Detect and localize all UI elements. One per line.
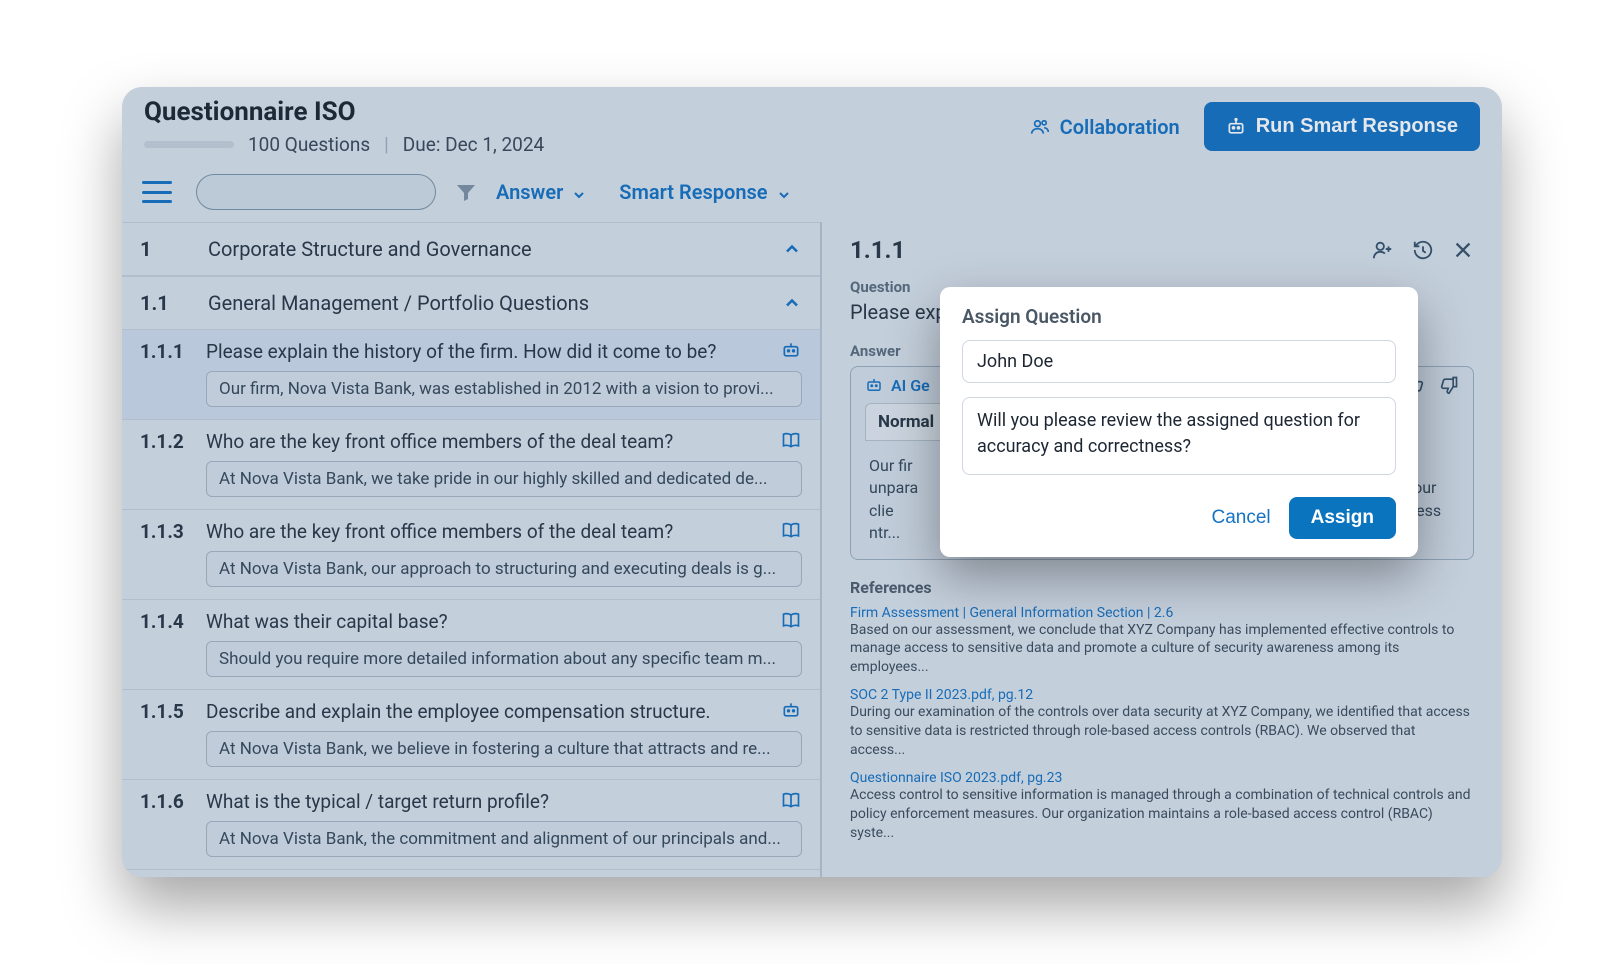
thumbs-down-icon[interactable] bbox=[1439, 375, 1459, 395]
question-list: 1 Corporate Structure and Governance 1.1… bbox=[122, 222, 822, 877]
question-text: What was their capital base? bbox=[206, 610, 764, 633]
question-text: Please explain the history of the firm. … bbox=[206, 340, 764, 363]
book-icon bbox=[780, 790, 802, 810]
answer-preview: Our firm, Nova Vista Bank, was establish… bbox=[206, 371, 802, 407]
close-icon[interactable] bbox=[1452, 239, 1474, 261]
assign-button[interactable]: Assign bbox=[1289, 497, 1396, 539]
cancel-button[interactable]: Cancel bbox=[1211, 507, 1270, 529]
collaboration-label: Collaboration bbox=[1060, 115, 1180, 139]
reference-item: Firm Assessment | General Information Se… bbox=[850, 605, 1474, 678]
header: Questionnaire ISO 100 Questions | Due: D… bbox=[122, 87, 1502, 164]
menu-button[interactable] bbox=[142, 181, 172, 203]
assign-user-icon[interactable] bbox=[1372, 239, 1394, 261]
question-row[interactable]: 1.1.3 Who are the key front office membe… bbox=[122, 510, 820, 600]
answer-preview: At Nova Vista Bank, we take pride in our… bbox=[206, 461, 802, 497]
question-row[interactable]: 1.1.6 What is the typical / target retur… bbox=[122, 780, 820, 870]
assign-question-modal: Assign Question Cancel Assign bbox=[940, 287, 1418, 557]
reference-item: Questionnaire ISO 2023.pdf, pg.23 Access… bbox=[850, 770, 1474, 843]
references-label: References bbox=[850, 578, 1474, 597]
robot-icon bbox=[780, 340, 802, 360]
robot-icon bbox=[1226, 117, 1246, 137]
question-count: 100 Questions bbox=[248, 133, 370, 156]
run-smart-response-label: Run Smart Response bbox=[1256, 115, 1458, 138]
question-number: 1.1.4 bbox=[140, 610, 190, 633]
question-number: 1.1.5 bbox=[140, 700, 190, 723]
reference-text: During our examination of the controls o… bbox=[850, 703, 1474, 760]
book-icon bbox=[780, 430, 802, 450]
people-icon bbox=[1030, 117, 1050, 137]
reference-item: SOC 2 Type II 2023.pdf, pg.12 During our… bbox=[850, 687, 1474, 760]
answer-preview: Should you require more detailed informa… bbox=[206, 641, 802, 677]
answer-preview: At Nova Vista Bank, the commitment and a… bbox=[206, 821, 802, 857]
smart-response-dropdown[interactable]: Smart Response bbox=[619, 180, 791, 204]
chevron-down-icon bbox=[571, 184, 587, 200]
detail-question-number: 1.1.1 bbox=[850, 236, 905, 264]
book-icon bbox=[780, 610, 802, 630]
question-number: 1.1.1 bbox=[140, 340, 190, 363]
robot-icon bbox=[780, 700, 802, 720]
reference-link[interactable]: Questionnaire ISO 2023.pdf, pg.23 bbox=[850, 770, 1474, 786]
chevron-down-icon bbox=[776, 184, 792, 200]
toolbar: Answer Smart Response bbox=[122, 164, 1502, 222]
robot-icon bbox=[865, 375, 883, 395]
answer-preview: At Nova Vista Bank, we believe in foster… bbox=[206, 731, 802, 767]
run-smart-response-button[interactable]: Run Smart Response bbox=[1204, 102, 1480, 151]
assignee-input[interactable] bbox=[962, 340, 1396, 383]
question-number: 1.1.2 bbox=[140, 430, 190, 453]
book-icon bbox=[780, 520, 802, 540]
reference-text: Based on our assessment, we conclude tha… bbox=[850, 621, 1474, 678]
question-text: Describe and explain the employee compen… bbox=[206, 700, 764, 723]
progress-bar bbox=[144, 141, 234, 148]
filter-icon[interactable] bbox=[454, 180, 478, 204]
page-title: Questionnaire ISO bbox=[144, 97, 544, 127]
format-selector[interactable]: Normal bbox=[865, 403, 947, 441]
question-row[interactable]: 1.1.1 Please explain the history of the … bbox=[122, 330, 820, 420]
question-row[interactable]: 1.1.2 Who are the key front office membe… bbox=[122, 420, 820, 510]
chevron-up-icon bbox=[782, 293, 802, 313]
reference-text: Access control to sensitive information … bbox=[850, 786, 1474, 843]
modal-title: Assign Question bbox=[962, 305, 1396, 328]
question-row[interactable]: 1.1.5 Describe and explain the employee … bbox=[122, 690, 820, 780]
question-number: 1.1.3 bbox=[140, 520, 190, 543]
reference-link[interactable]: SOC 2 Type II 2023.pdf, pg.12 bbox=[850, 687, 1474, 703]
search-input[interactable] bbox=[196, 174, 436, 210]
answer-preview: At Nova Vista Bank, our approach to stru… bbox=[206, 551, 802, 587]
question-row[interactable]: 1.1.4 What was their capital base? Shoul… bbox=[122, 600, 820, 690]
answer-dropdown[interactable]: Answer bbox=[496, 180, 587, 204]
collaboration-button[interactable]: Collaboration bbox=[1030, 115, 1180, 139]
due-date: Due: Dec 1, 2024 bbox=[403, 133, 544, 156]
section-row[interactable]: 1 Corporate Structure and Governance bbox=[122, 222, 820, 276]
separator: | bbox=[384, 133, 389, 156]
question-text: What is the typical / target return prof… bbox=[206, 790, 764, 813]
question-text: Who are the key front office members of … bbox=[206, 520, 764, 543]
question-number: 1.1.6 bbox=[140, 790, 190, 813]
reference-link[interactable]: Firm Assessment | General Information Se… bbox=[850, 605, 1474, 621]
section-row[interactable]: 1.1 General Management / Portfolio Quest… bbox=[122, 276, 820, 330]
history-icon[interactable] bbox=[1412, 239, 1434, 261]
question-text: Who are the key front office members of … bbox=[206, 430, 764, 453]
ai-generated-badge: AI Ge bbox=[865, 375, 930, 395]
message-input[interactable] bbox=[962, 397, 1396, 475]
chevron-up-icon bbox=[782, 239, 802, 259]
